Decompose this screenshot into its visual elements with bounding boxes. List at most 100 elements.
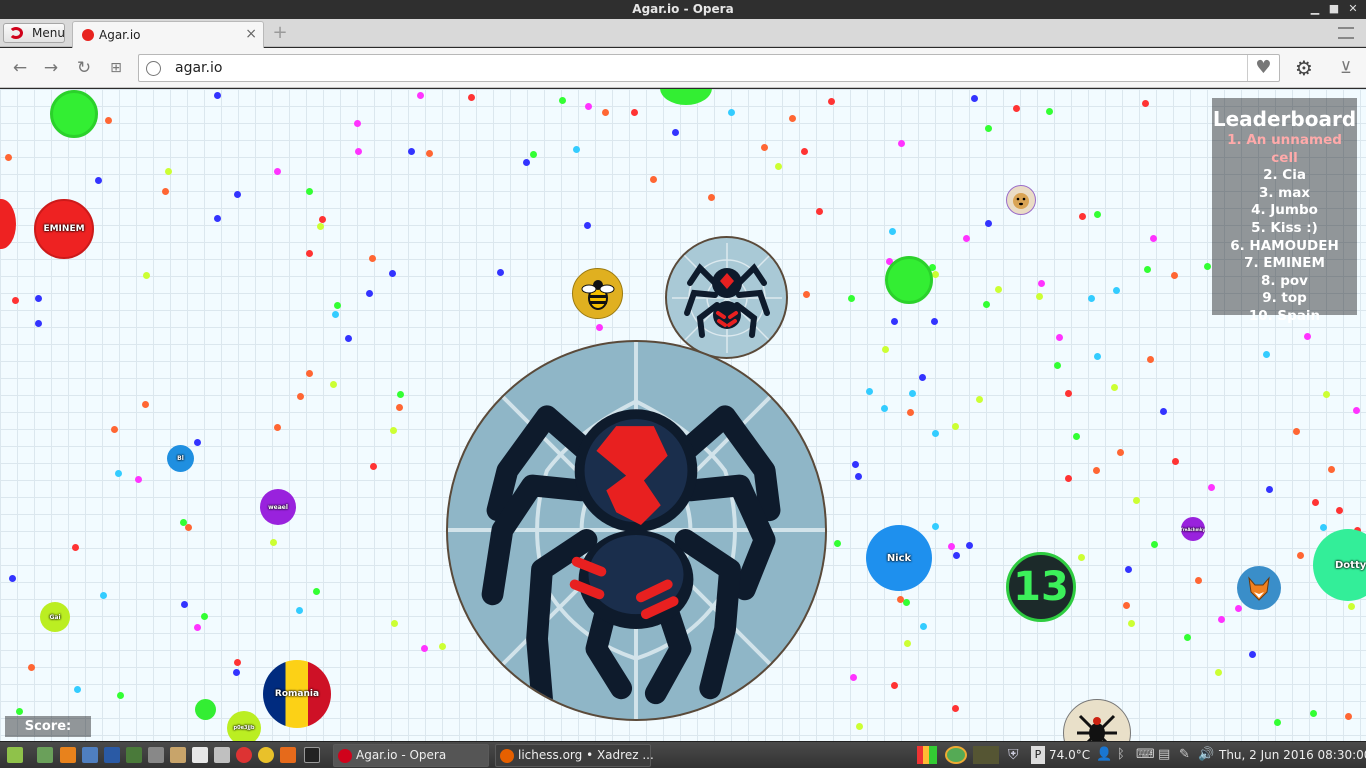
close-window-icon[interactable]: ✕ [1346, 2, 1360, 16]
food-pellet [932, 430, 939, 437]
shield-icon[interactable]: ⛨ [1008, 746, 1022, 764]
address-bar-url[interactable]: agar.io [175, 60, 222, 76]
green-virus-cell [50, 90, 98, 138]
memory-monitor-icon[interactable] [945, 746, 967, 764]
user-icon[interactable]: 👤 [1096, 746, 1112, 764]
food-pellet [891, 318, 898, 325]
food-pellet [1144, 266, 1151, 273]
settings-gear-icon[interactable]: ⚙ [1294, 58, 1314, 78]
food-pellet [9, 575, 16, 582]
maximize-icon[interactable]: ■ [1327, 2, 1341, 16]
food-pellet [919, 374, 926, 381]
window-title: Agar.io - Opera [632, 2, 734, 16]
big-spider-icon [448, 342, 825, 719]
back-icon[interactable]: ← [10, 58, 30, 78]
food-pellet [1065, 390, 1072, 397]
bee-icon [581, 279, 614, 310]
food-pellet [775, 163, 782, 170]
volume-icon[interactable]: 🔊 [1198, 746, 1214, 764]
archive-icon[interactable] [170, 747, 186, 763]
cell-gai: Gai [40, 602, 70, 632]
food-pellet [468, 94, 475, 101]
food-pellet [602, 109, 609, 116]
food-pellet [1147, 356, 1154, 363]
files-icon[interactable] [37, 747, 53, 763]
food-pellet [317, 223, 324, 230]
food-pellet [584, 222, 591, 229]
cpu-monitor-icon[interactable] [917, 746, 937, 764]
new-tab-icon[interactable]: + [272, 24, 288, 42]
food-pellet [28, 664, 35, 671]
cell-p0e3jjb: p0e3jjb [227, 711, 261, 741]
food-pellet [5, 154, 12, 161]
food-pellet [932, 523, 939, 530]
rss-icon[interactable] [60, 747, 76, 763]
network-icon[interactable]: ▤ [1158, 746, 1170, 764]
food-pellet [1184, 634, 1191, 641]
terminal-icon[interactable] [304, 747, 320, 763]
tab-agario[interactable]: Agar.io × [72, 21, 264, 48]
food-pellet [966, 542, 973, 549]
mint-menu-icon[interactable] [7, 747, 23, 763]
downloads-icon[interactable]: ⊻ [1336, 58, 1356, 78]
cell-eminem: EMINEM [34, 199, 94, 259]
word-processor-icon[interactable] [104, 747, 120, 763]
terminal-app-icon[interactable] [126, 747, 142, 763]
task-firefox[interactable]: lichess.org • Xadrez ... [495, 744, 654, 767]
food-pellet [391, 620, 398, 627]
food-pellet [274, 168, 281, 175]
green-virus-cell [660, 89, 712, 105]
food-pellet [233, 669, 240, 676]
forward-icon[interactable]: → [41, 58, 61, 78]
bookmark-heart-icon[interactable]: ♥ [1247, 55, 1279, 81]
food-pellet [1172, 458, 1179, 465]
address-bar[interactable]: agar.io ♥ [138, 54, 1280, 82]
food-pellet [985, 125, 992, 132]
bluetooth-icon[interactable]: ᛒ [1117, 746, 1125, 764]
pen-icon[interactable]: ✎ [1179, 746, 1190, 764]
food-pellet [1142, 100, 1149, 107]
chrome-launcher-icon[interactable] [258, 747, 274, 763]
image-viewer-icon[interactable] [214, 747, 230, 763]
sublime-icon[interactable] [280, 747, 296, 763]
window-titlebar: Agar.io - Opera ▁ ■ ✕ [0, 0, 1366, 19]
food-pellet [931, 318, 938, 325]
food-pellet [898, 140, 905, 147]
minimize-icon[interactable]: ▁ [1308, 2, 1322, 16]
food-pellet [185, 524, 192, 531]
app-icon[interactable] [148, 747, 164, 763]
tab-menu-icon[interactable] [1338, 27, 1354, 39]
document-icon[interactable] [192, 747, 208, 763]
opera-launcher-icon[interactable] [236, 747, 252, 763]
food-pellet [1274, 719, 1281, 726]
opera-menu-button[interactable]: Menu [3, 23, 65, 43]
food-pellet [834, 540, 841, 547]
reload-icon[interactable]: ↻ [74, 58, 94, 78]
food-pellet [274, 424, 281, 431]
network-monitor-icon[interactable] [973, 746, 999, 764]
task-opera[interactable]: Agar.io - Opera [333, 744, 489, 767]
sensors-icon[interactable]: P [1031, 746, 1045, 764]
food-pellet [585, 103, 592, 110]
close-tab-icon[interactable]: × [245, 26, 257, 42]
tab-title: Agar.io [99, 28, 141, 42]
keyboard-icon[interactable]: ⌨ [1136, 746, 1155, 764]
food-pellet [1111, 384, 1118, 391]
food-pellet [889, 228, 896, 235]
food-pellet [194, 624, 201, 631]
speed-dial-icon[interactable]: ⊞ [106, 58, 126, 78]
clock[interactable]: Thu, 2 Jun 2016 08:30:00 [1219, 746, 1366, 764]
food-pellet [355, 148, 362, 155]
fox-icon [1248, 576, 1270, 601]
app-icon[interactable] [82, 747, 98, 763]
food-pellet [909, 390, 916, 397]
site-info-icon[interactable] [146, 61, 161, 76]
leaderboard-entry: 4. Jumbo [1251, 202, 1318, 219]
food-pellet [142, 401, 149, 408]
food-pellet [165, 168, 172, 175]
food-pellet [1079, 213, 1086, 220]
player-spider-cell [446, 340, 827, 721]
game-canvas[interactable]: EMINEM Bl weael Nick 13 freAchmky Dotty … [0, 89, 1366, 741]
food-pellet [1266, 486, 1273, 493]
food-pellet [194, 439, 201, 446]
